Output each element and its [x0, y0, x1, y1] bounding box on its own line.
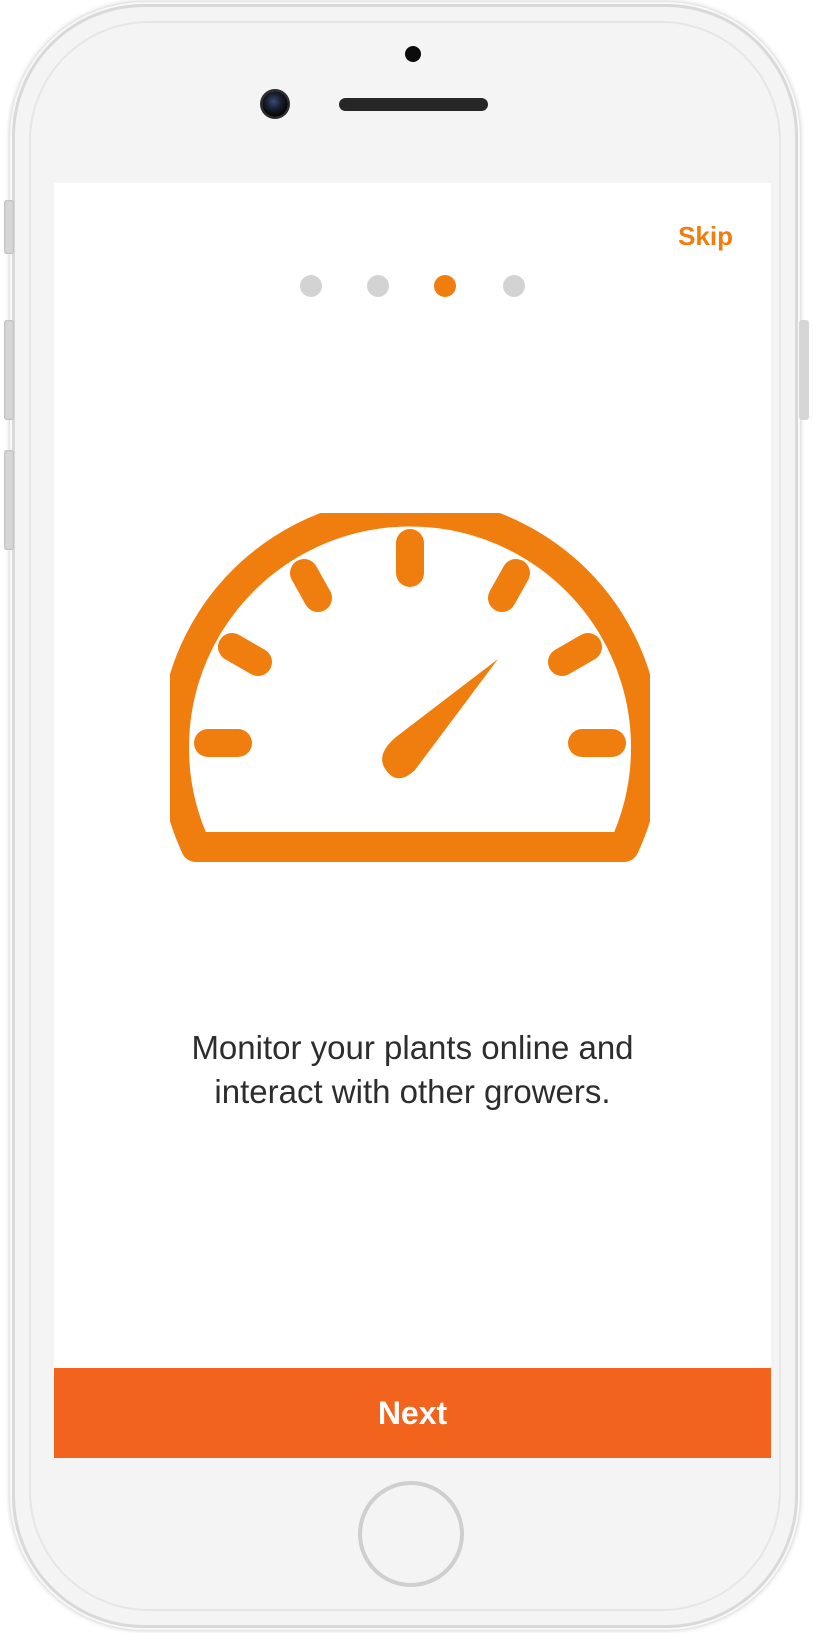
earpiece-speaker [339, 98, 488, 111]
message-line-2: interact with other growers. [214, 1073, 611, 1110]
message-line-1: Monitor your plants online and [191, 1029, 634, 1066]
proximity-sensor [405, 46, 421, 62]
page-dot-1[interactable] [300, 275, 322, 297]
speedometer-icon [170, 513, 650, 862]
front-camera [262, 91, 288, 117]
page-dot-4[interactable] [503, 275, 525, 297]
power-button [799, 320, 809, 420]
mute-switch [4, 200, 14, 254]
app-screen: Skip Monitor your plants online and inte… [54, 183, 771, 1458]
volume-down-button [4, 450, 14, 550]
volume-up-button [4, 320, 14, 420]
page-indicator [54, 275, 771, 299]
page: Skip Monitor your plants online and inte… [0, 0, 813, 1633]
skip-button[interactable]: Skip [678, 221, 733, 252]
next-button[interactable]: Next [54, 1368, 771, 1458]
home-button[interactable] [358, 1481, 464, 1587]
page-dot-2[interactable] [367, 275, 389, 297]
onboarding-message: Monitor your plants online and interact … [54, 1026, 771, 1114]
page-dot-3-active[interactable] [434, 275, 456, 297]
